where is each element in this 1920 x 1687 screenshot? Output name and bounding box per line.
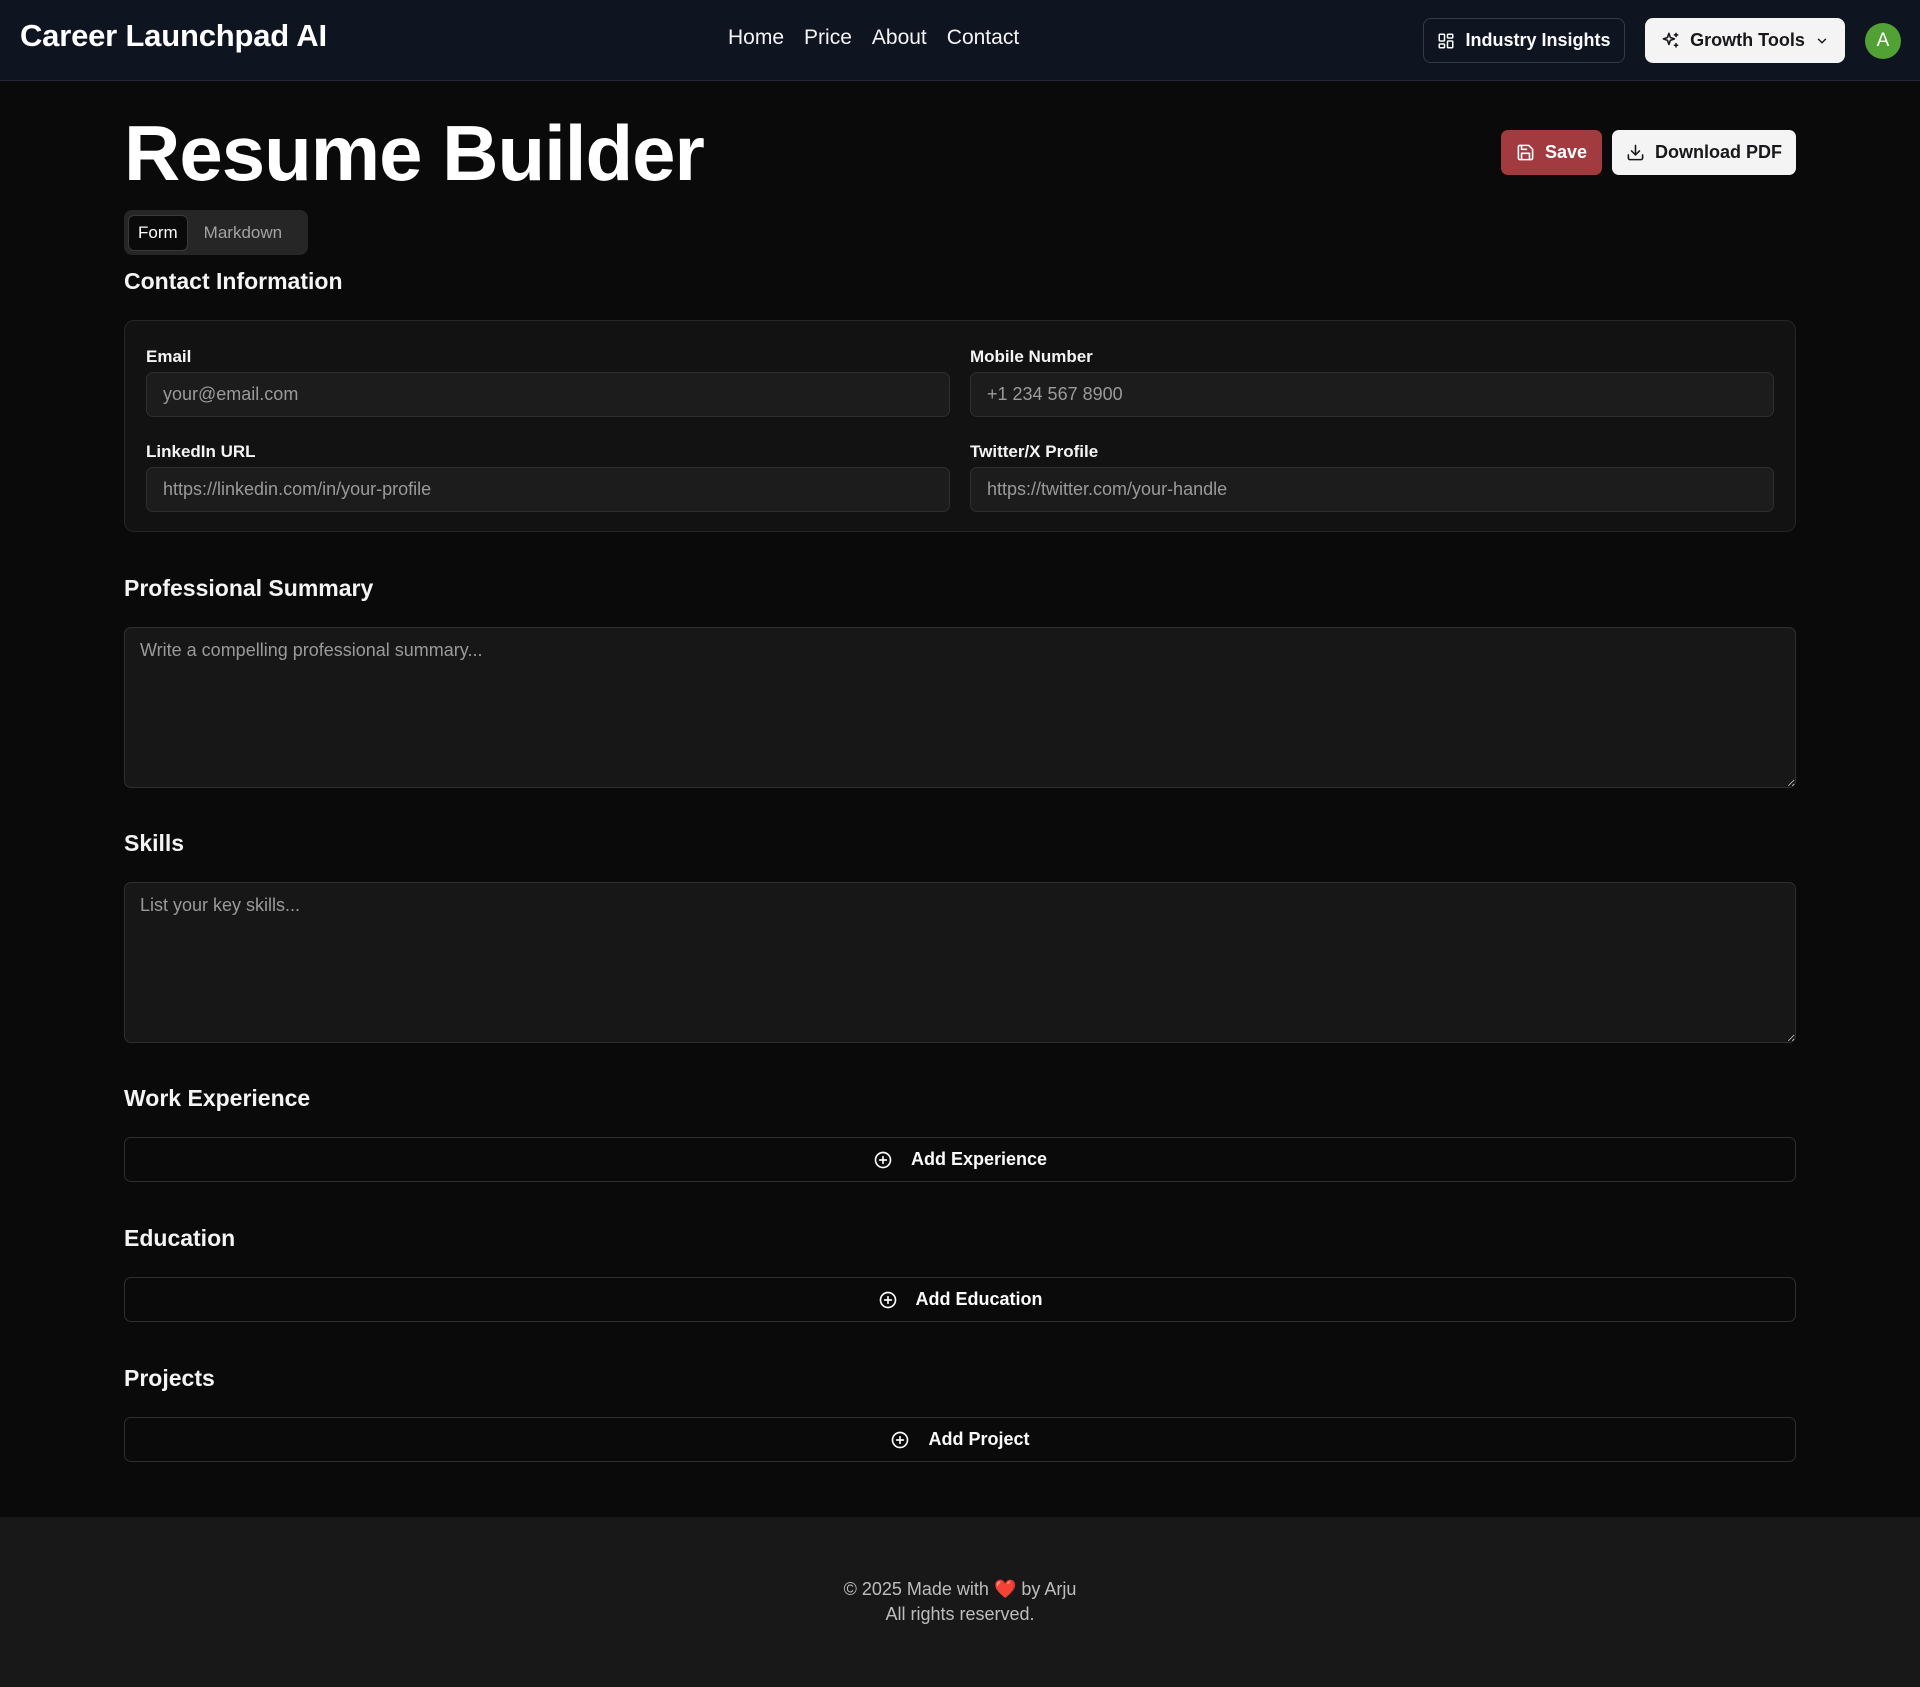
- top-navbar: Career Launchpad AI Home Price About Con…: [0, 0, 1920, 81]
- save-button[interactable]: Save: [1501, 130, 1602, 175]
- nav-home-link[interactable]: Home: [728, 26, 784, 50]
- industry-insights-button[interactable]: Industry Insights: [1423, 18, 1625, 63]
- nav-contact-link[interactable]: Contact: [947, 26, 1019, 50]
- page-title: Resume Builder: [124, 109, 705, 197]
- industry-insights-label: Industry Insights: [1465, 30, 1611, 50]
- nav-about-link[interactable]: About: [872, 26, 927, 50]
- plus-circle-icon: [878, 1290, 898, 1310]
- plus-circle-icon: [890, 1430, 910, 1450]
- mobile-label: Mobile Number: [970, 347, 1093, 366]
- sparkles-icon: [1661, 31, 1680, 50]
- add-education-button[interactable]: Add Education: [124, 1277, 1796, 1322]
- growth-tools-dropdown[interactable]: Growth Tools: [1645, 18, 1845, 63]
- footer-credit-prefix: © 2025 Made with: [843, 1579, 989, 1599]
- footer-rights: All rights reserved.: [885, 1604, 1035, 1624]
- brand-logo-text[interactable]: Career Launchpad AI: [20, 18, 327, 54]
- tab-markdown[interactable]: Markdown: [194, 215, 292, 251]
- nav-price-link[interactable]: Price: [804, 26, 852, 50]
- footer-credit-suffix: by Arju: [1021, 1579, 1077, 1599]
- summary-textarea[interactable]: [124, 627, 1796, 788]
- heart-icon: ❤️: [993, 1579, 1017, 1599]
- main-nav: Home Price About Contact: [728, 26, 1019, 50]
- add-project-label: Add Project: [928, 1429, 1030, 1449]
- growth-tools-label: Growth Tools: [1690, 30, 1805, 50]
- chevron-down-icon: [1815, 34, 1829, 48]
- add-experience-button[interactable]: Add Experience: [124, 1137, 1796, 1182]
- tab-form[interactable]: Form: [128, 214, 188, 251]
- linkedin-field[interactable]: [146, 467, 950, 512]
- page-footer: © 2025 Made with ❤️ by Arju All rights r…: [0, 1517, 1920, 1687]
- download-pdf-label: Download PDF: [1655, 142, 1782, 162]
- summary-section-title: Professional Summary: [124, 575, 374, 601]
- twitter-label: Twitter/X Profile: [970, 442, 1099, 461]
- editor-mode-tabs: Form Markdown: [124, 210, 308, 255]
- add-experience-label: Add Experience: [910, 1149, 1048, 1169]
- education-section-title: Education: [124, 1225, 236, 1251]
- skills-section-title: Skills: [124, 830, 185, 856]
- projects-section-title: Projects: [124, 1365, 215, 1391]
- twitter-field[interactable]: [970, 467, 1774, 512]
- footer-credit: © 2025 Made with ❤️ by Arju: [0, 1579, 1920, 1600]
- contact-info-card: Email Mobile Number LinkedIn URL Twitter…: [124, 320, 1796, 532]
- experience-section-title: Work Experience: [124, 1085, 311, 1111]
- skills-textarea[interactable]: [124, 882, 1796, 1043]
- add-education-label: Add Education: [915, 1289, 1043, 1309]
- user-avatar[interactable]: A: [1865, 23, 1901, 59]
- save-icon: [1516, 143, 1535, 162]
- plus-circle-icon: [873, 1150, 893, 1170]
- email-label: Email: [146, 347, 192, 366]
- linkedin-label: LinkedIn URL: [146, 442, 256, 461]
- email-field[interactable]: [146, 372, 950, 417]
- download-icon: [1626, 143, 1645, 162]
- download-pdf-button[interactable]: Download PDF: [1612, 130, 1796, 175]
- dashboard-grid-icon: [1437, 32, 1455, 50]
- mobile-field[interactable]: [970, 372, 1774, 417]
- save-label: Save: [1544, 142, 1588, 162]
- contact-section-title: Contact Information: [124, 268, 343, 294]
- add-project-button[interactable]: Add Project: [124, 1417, 1796, 1462]
